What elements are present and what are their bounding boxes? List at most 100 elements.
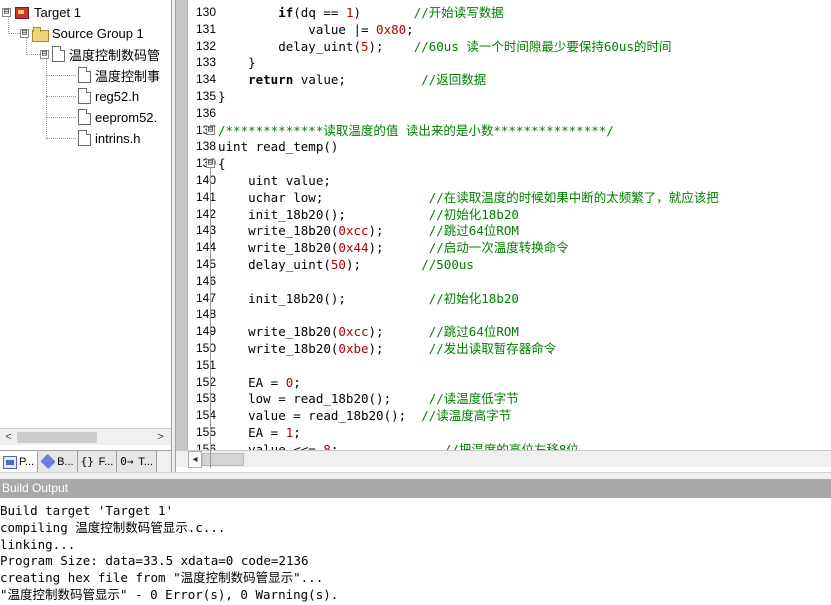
collapse-icon[interactable]: ⊟ — [20, 28, 29, 38]
scroll-left-icon[interactable]: < — [0, 429, 17, 446]
line-number: 150 — [195, 341, 216, 355]
code-comment: //发出读取暂存器命令 — [428, 341, 557, 356]
code-text: ) — [353, 5, 414, 20]
tree-item-label: reg52.h — [95, 88, 140, 104]
tab-books[interactable]: B... — [38, 451, 78, 472]
code-comment: //在读取温度的时候如果中断的太频繁了，就应该把 — [428, 189, 719, 205]
code-comment: //初始化18b20 — [428, 290, 519, 306]
file-icon — [78, 109, 91, 125]
tab-label: P... — [19, 456, 35, 468]
tree-item-label: Source Group 1 — [52, 25, 144, 41]
line-number: 142 — [195, 206, 216, 221]
code-text: uint value; — [218, 173, 331, 188]
build-output-title: Build Output — [0, 479, 831, 498]
collapse-icon[interactable]: ⊟ — [40, 49, 49, 59]
tree-item[interactable]: ⊟ Source Group 1 — [20, 23, 144, 43]
code-line: { — [218, 155, 226, 172]
code-text: ; — [293, 374, 301, 390]
code-number: 0xcc — [338, 223, 369, 239]
editor-horizontal-scrollbar[interactable]: ◂ — [176, 450, 831, 468]
tree-horizontal-scrollbar[interactable]: < > — [0, 428, 171, 445]
code-line: value |= 0x80; — [218, 21, 413, 38]
code-text: ); — [368, 223, 429, 239]
build-output-line: linking... — [0, 536, 76, 552]
tree-item[interactable]: reg52.h — [78, 86, 139, 106]
target-icon — [14, 5, 30, 19]
tab-label: T... — [138, 455, 153, 468]
build-output-line: Build target 'Target 1' — [0, 503, 174, 518]
code-number: 5 — [361, 38, 369, 54]
code-comment: //跳过64位ROM — [428, 223, 519, 239]
tree-connector — [46, 56, 47, 138]
code-line: init_18b20(); //初始化18b20 — [218, 290, 519, 307]
tree-item[interactable]: 温度控制事 — [78, 65, 160, 85]
horizontal-splitter[interactable] — [0, 472, 831, 479]
line-number: 136 — [195, 105, 216, 120]
tree-item[interactable]: ⊟ Target 1 — [2, 2, 81, 22]
code-comment: //跳过64位ROM — [428, 324, 519, 340]
tree-item-label: intrins.h — [95, 130, 141, 146]
tree-item[interactable]: intrins.h — [78, 128, 141, 148]
fold-toggle-icon[interactable]: ⊟ — [206, 159, 215, 169]
code-keyword: if — [278, 5, 294, 20]
code-line: /*************读取温度的值 读出来的是小数************… — [218, 122, 614, 139]
code-comment: //读温度高字节 — [421, 408, 512, 424]
fold-toggle-icon[interactable]: ⊟ — [206, 125, 215, 135]
code-line: uchar low; //在读取温度的时候如果中断的太频繁了，就应该把 — [218, 189, 719, 206]
code-text: init_18b20(); — [218, 206, 429, 222]
collapse-icon[interactable]: ⊟ — [2, 7, 11, 17]
tab-project[interactable]: P... — [0, 451, 39, 472]
tree-item[interactable]: ⊟ 温度控制数码管 — [40, 44, 160, 64]
build-output-panel[interactable]: Build target 'Target 1' compiling 温度控制数码管… — [0, 499, 831, 605]
tab-label: B... — [57, 455, 74, 468]
tab-functions[interactable]: {} F... — [77, 451, 118, 472]
code-keyword: return — [248, 72, 294, 88]
tree-connector — [46, 138, 76, 139]
line-numbers: 1301311321331341351361371381391401411421… — [188, 0, 218, 456]
code-text: write_18b20( — [218, 240, 339, 256]
code-text: EA = — [218, 425, 286, 440]
code-text: write_18b20( — [218, 324, 339, 340]
line-number: 134 — [195, 72, 216, 87]
line-number: 147 — [195, 290, 216, 305]
code-line: if(dq == 1) //开始读写数据 — [218, 4, 504, 21]
code-area[interactable]: if(dq == 1) //开始读写数据 value |= 0x80; dela… — [218, 0, 831, 457]
code-text: write_18b20( — [218, 341, 339, 356]
tree-connector — [26, 54, 40, 55]
code-editor[interactable]: 1301311321331341351361371381391401411421… — [176, 0, 831, 472]
line-number: 141 — [195, 189, 216, 204]
code-line: uint read_temp() — [218, 138, 338, 155]
tree-scroll-thumb[interactable] — [17, 432, 97, 443]
line-number: 145 — [195, 257, 216, 271]
code-text: delay_uint( — [218, 38, 361, 54]
fold-guide — [210, 168, 211, 469]
code-text: { — [218, 156, 226, 172]
line-number: 132 — [195, 38, 216, 53]
tree-item[interactable]: eeprom52. — [78, 107, 157, 127]
code-text: } — [218, 89, 226, 104]
line-number: 135 — [195, 89, 216, 103]
templates-icon: 0→ — [120, 455, 134, 468]
code-text: } — [218, 55, 256, 71]
code-line: EA = 1; — [218, 424, 301, 441]
build-output-line: compiling 温度控制数码管显示.c... — [0, 519, 226, 535]
build-output-line: "温度控制数码管显示" - 0 Error(s), 0 Warning(s). — [0, 587, 339, 602]
code-text: write_18b20( — [218, 223, 339, 239]
code-text: value; — [293, 72, 422, 88]
code-number: 1 — [345, 5, 354, 20]
scroll-right-icon[interactable]: > — [152, 429, 169, 446]
line-number: 152 — [195, 374, 216, 389]
tab-templates[interactable]: 0→ T... — [117, 451, 157, 472]
file-icon — [78, 67, 91, 83]
code-line: write_18b20(0x44); //启动一次温度转换命令 — [218, 239, 569, 256]
editor-scroll-thumb[interactable] — [202, 453, 244, 466]
code-text: ); — [368, 240, 429, 256]
books-icon — [40, 453, 56, 470]
code-line: uint value; — [218, 172, 331, 189]
file-icon — [78, 88, 91, 104]
code-number: 0x80 — [376, 21, 407, 37]
scroll-left-icon[interactable]: ◂ — [188, 451, 202, 468]
code-line: init_18b20(); //初始化18b20 — [218, 206, 519, 223]
